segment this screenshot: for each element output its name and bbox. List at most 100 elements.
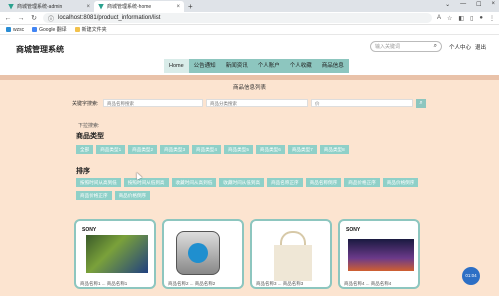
category-chip[interactable]: 商品类型7 (287, 145, 317, 154)
info-icon[interactable]: ⓘ (48, 14, 54, 23)
product-name: 商品名称1 ... 商品名称1 (80, 281, 128, 286)
time-badge[interactable]: 01:04 (462, 267, 480, 285)
search-placeholder: 输入关键词 (375, 44, 401, 50)
dropdown-hint: 下拉搜索: (78, 123, 100, 129)
site-title: 商城管理系统 (16, 45, 64, 54)
sort-chip[interactable]: 收藏时间从高到低 (171, 178, 217, 187)
browser-tabstrip: 商城管理系统-admin × 商城管理系统-home × + ⌄ — ☐ × (0, 0, 499, 12)
speaker-light (188, 243, 208, 263)
tote-bag-image (274, 245, 312, 281)
globe-icon (6, 27, 11, 32)
star-icon[interactable]: ☆ (447, 15, 452, 22)
category-chip[interactable]: 商品类型3 (160, 145, 190, 154)
product-name: 商品名称4 ... 商品名称4 (344, 281, 392, 286)
category-chip[interactable]: 商品类型1 (96, 145, 126, 154)
nav-products[interactable]: 商品信息 (317, 59, 349, 73)
keyword-label: 关键字搜索: (72, 101, 99, 107)
product-name: 商品名称2 ... 商品名称2 (168, 281, 216, 286)
translate-icon[interactable]: A (437, 15, 441, 22)
brand-label: SONY (82, 227, 97, 233)
nav-account[interactable]: 个人账户 (253, 59, 285, 73)
sort-chips: 按照时间从高到低 按照时间从低到高 收藏时间从高到低 收藏时间从低到高 商品名称… (76, 178, 421, 200)
extensions-icon[interactable]: ◧ (458, 15, 464, 22)
site-header: 商城管理系统 输入关键词 ⌕ 个人中心 退出 Home 公告通知 新闻资讯 个人… (0, 35, 499, 75)
nav-home[interactable]: Home (164, 59, 189, 73)
close-icon[interactable]: × (176, 4, 180, 10)
header-divider (0, 75, 499, 80)
sort-chip[interactable]: 商品名称倒序 (305, 178, 342, 187)
sort-chip[interactable]: 商品价格正序 (344, 178, 380, 187)
bookmark-label: Google 翻译 (39, 27, 67, 33)
bookmark-wzsc[interactable]: wzsc (6, 27, 24, 33)
profile-icon[interactable]: ● (479, 15, 483, 22)
sort-chip[interactable]: 商品名称正序 (267, 178, 303, 187)
user-links: 个人中心 退出 (449, 43, 486, 51)
category-chip[interactable]: 商品类型5 (223, 145, 253, 154)
sidebar-icon[interactable]: ▯ (470, 15, 473, 22)
nav-favorites[interactable]: 个人收藏 (285, 59, 317, 73)
address-row: ← → ↻ ⓘ localhost:8081/product_informati… (0, 12, 499, 25)
sort-chip[interactable]: 商品价格倒序 (382, 178, 419, 187)
product-card[interactable]: 商品名称2 ... 商品名称2 (162, 219, 244, 289)
close-window-button[interactable]: × (491, 1, 495, 8)
browser-tab-admin[interactable]: 商城管理系统-admin × (4, 1, 94, 12)
window-controls: ⌄ — ☐ × (445, 1, 495, 8)
category-chip[interactable]: 商品类型6 (255, 145, 285, 154)
price-input[interactable] (311, 99, 413, 107)
product-grid: SONY 商品名称1 ... 商品名称1 商品名称2 ... 商品名称2 商品名… (74, 219, 420, 289)
minimize-button[interactable]: — (460, 1, 466, 8)
bookmark-label: wzsc (13, 26, 25, 33)
category-chip[interactable]: 商品类型8 (319, 145, 349, 154)
sort-chip[interactable]: 按照时间从高到低 (76, 178, 121, 187)
category-chip[interactable]: 商品类型2 (128, 145, 158, 154)
site-search-input[interactable]: 输入关键词 ⌕ (370, 41, 442, 52)
browser-tab-home[interactable]: 商城管理系统-home × (94, 1, 184, 12)
menu-icon[interactable]: ⋮ (489, 15, 495, 22)
category-input[interactable] (206, 99, 308, 107)
product-card[interactable]: SONY 商品名称1 ... 商品名称1 (74, 219, 156, 289)
bookmark-google-translate[interactable]: Google 翻译 (32, 26, 67, 33)
product-name-input[interactable] (103, 99, 203, 107)
tab-search-icon[interactable]: ⌄ (445, 1, 450, 8)
search-button[interactable]: ⌕ (416, 99, 426, 108)
product-name: 商品名称3 ... 商品名称3 (256, 281, 304, 286)
category-chip[interactable]: 商品类型4 (192, 145, 221, 154)
user-center-link[interactable]: 个人中心 (449, 43, 471, 51)
forward-icon[interactable]: → (17, 15, 25, 22)
address-bar[interactable]: ⓘ localhost:8081/product_information/lis… (43, 13, 432, 23)
product-card[interactable]: 商品名称3 ... 商品名称3 (250, 219, 332, 289)
sort-chip[interactable]: 商品价格正序 (76, 191, 112, 200)
nav-notice[interactable]: 公告通知 (189, 59, 221, 73)
bookmarks-bar: wzsc Google 翻译 新建文件夹 (0, 25, 499, 35)
bookmark-folder[interactable]: 新建文件夹 (74, 26, 107, 33)
tab-label: 商城管理系统-home (107, 4, 152, 10)
tv-image (86, 235, 148, 273)
bookmark-label: 新建文件夹 (81, 27, 107, 33)
back-icon[interactable]: ← (4, 15, 12, 22)
maximize-button[interactable]: ☐ (476, 1, 481, 8)
page-content: 商城管理系统 输入关键词 ⌕ 个人中心 退出 Home 公告通知 新闻资讯 个人… (0, 35, 499, 296)
sort-chip[interactable]: 收藏时间从低到高 (219, 178, 265, 187)
brand-label: SONY (346, 227, 361, 233)
vue-logo-icon (98, 3, 104, 10)
url-text: localhost:8081/product_information/list (58, 15, 161, 21)
search-icon[interactable]: ⌕ (434, 43, 437, 50)
sort-title: 排序 (76, 168, 90, 175)
google-icon (32, 27, 38, 32)
tv-image (348, 239, 414, 271)
reload-icon[interactable]: ↻ (30, 14, 38, 22)
product-card[interactable]: SONY 商品名称4 ... 商品名称4 (338, 219, 420, 289)
sort-chip[interactable]: 按照时间从低到高 (123, 178, 169, 187)
category-chip[interactable]: 全部 (76, 145, 94, 154)
close-icon[interactable]: × (86, 4, 90, 10)
browser-toolbar: A ☆ ◧ ▯ ● ⋮ (437, 15, 495, 22)
main-nav: Home 公告通知 新闻资讯 个人账户 个人收藏 商品信息 (164, 59, 349, 73)
tab-label: 商城管理系统-admin (17, 4, 63, 10)
nav-news[interactable]: 新闻资讯 (221, 59, 253, 73)
new-tab-button[interactable]: + (184, 1, 197, 12)
folder-icon (74, 27, 80, 32)
category-title: 商品类型 (76, 133, 104, 140)
sort-chip[interactable]: 商品价格倒序 (114, 191, 151, 200)
vue-logo-icon (8, 3, 14, 10)
logout-link[interactable]: 退出 (475, 43, 486, 51)
